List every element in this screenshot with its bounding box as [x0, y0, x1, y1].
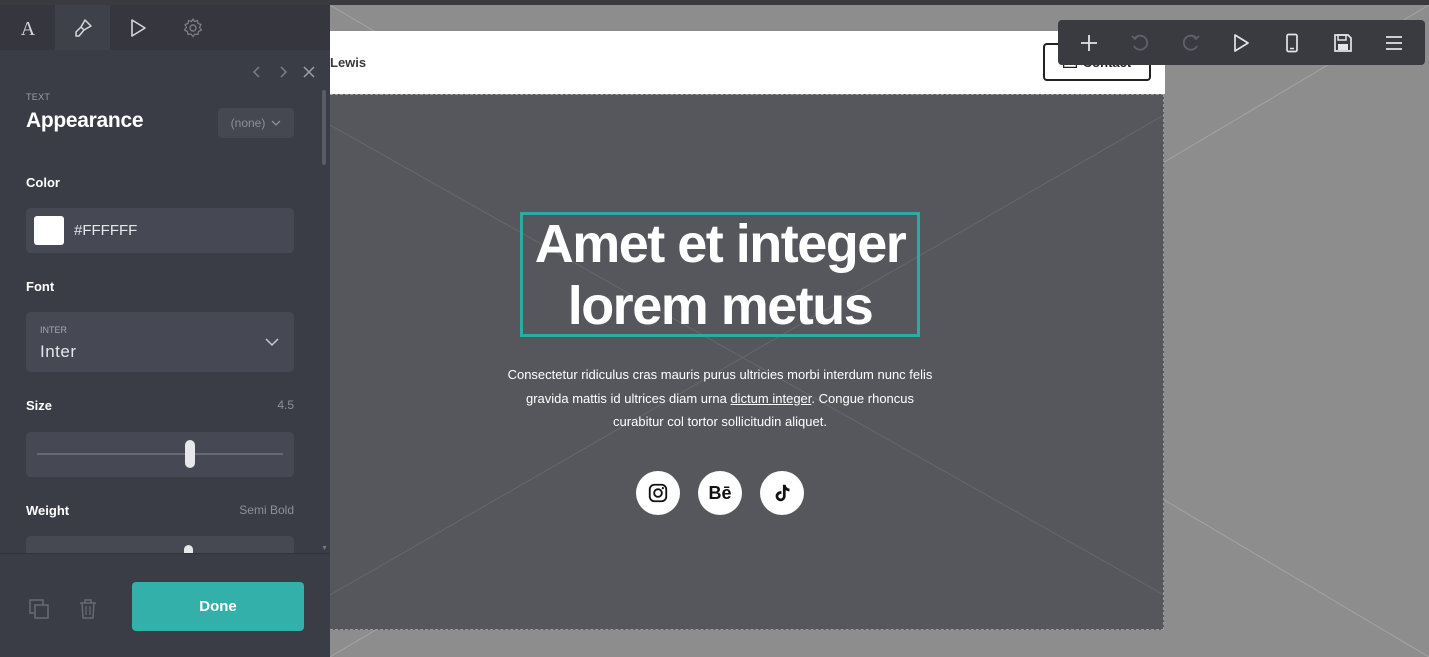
size-slider-track — [37, 453, 283, 455]
color-field[interactable]: #FFFFFF — [26, 208, 294, 253]
undo-icon[interactable] — [1122, 25, 1158, 61]
site-name[interactable]: Lewis — [330, 55, 366, 70]
settings-tab[interactable] — [165, 5, 220, 50]
panel-tabs: A — [0, 5, 330, 50]
style-panel: A ▼ TEXT Appearance (none) Color #FFFFFF… — [0, 5, 330, 657]
social-links: Bē — [636, 471, 804, 515]
gear-icon — [183, 17, 202, 37]
font-label: Font — [26, 279, 55, 294]
menu-icon[interactable] — [1376, 25, 1412, 61]
instagram-icon[interactable] — [636, 471, 680, 515]
scroll-down-arrow-icon[interactable]: ▼ — [321, 545, 328, 552]
hero-body-text[interactable]: Consectetur ridiculus cras mauris purus … — [500, 363, 940, 434]
panel-scrollbar[interactable] — [322, 90, 326, 165]
panel-title: Appearance — [26, 109, 144, 132]
editor-toolbar — [1058, 20, 1425, 65]
weight-label: Weight — [26, 503, 70, 518]
chevron-down-icon — [271, 120, 281, 126]
font-value: Inter — [40, 342, 77, 361]
animation-tab[interactable] — [110, 5, 165, 50]
panel-nav — [250, 65, 316, 79]
font-caption: INTER — [40, 325, 67, 335]
text-icon: A — [20, 18, 35, 38]
behance-glyph: Bē — [708, 482, 732, 503]
body-link[interactable]: dictum integer — [730, 391, 811, 406]
chevron-right-icon[interactable] — [276, 65, 290, 79]
chevron-down-icon — [265, 338, 279, 347]
play-icon — [130, 18, 146, 37]
size-label: Size — [26, 398, 53, 413]
duplicate-icon[interactable] — [28, 598, 50, 620]
behance-icon[interactable]: Bē — [698, 471, 742, 515]
redo-icon[interactable] — [1173, 25, 1209, 61]
add-icon[interactable] — [1071, 25, 1107, 61]
trash-icon[interactable] — [78, 598, 98, 620]
weight-value: Semi Bold — [239, 503, 294, 517]
chevron-left-icon[interactable] — [250, 65, 264, 79]
size-slider[interactable] — [26, 432, 294, 477]
hero-headline[interactable]: Amet et integer lorem metus — [523, 213, 917, 337]
panel-footer: Done — [0, 553, 330, 657]
color-swatch[interactable] — [34, 216, 64, 245]
style-tab[interactable] — [55, 5, 110, 50]
section-caption: TEXT — [26, 92, 51, 102]
size-value: 4.5 — [277, 398, 294, 412]
preset-value: (none) — [230, 116, 266, 130]
color-label: Color — [26, 175, 60, 190]
hero-section[interactable]: Amet et integer lorem metus Consectetur … — [330, 94, 1164, 630]
tiktok-icon[interactable] — [760, 471, 804, 515]
preview-icon[interactable] — [1223, 25, 1259, 61]
paintbrush-icon — [74, 18, 92, 37]
preset-select[interactable]: (none) — [218, 108, 294, 138]
mobile-icon[interactable] — [1274, 25, 1310, 61]
color-value[interactable]: #FFFFFF — [74, 222, 137, 239]
weight-slider[interactable] — [26, 536, 294, 553]
done-button[interactable]: Done — [132, 582, 304, 631]
weight-slider-handle[interactable] — [184, 545, 193, 553]
save-icon[interactable] — [1325, 25, 1361, 61]
font-select[interactable]: INTER Inter — [26, 312, 294, 372]
site-header: Lewis Contact — [330, 31, 1165, 94]
close-icon[interactable] — [302, 65, 316, 79]
svg-text:A: A — [20, 18, 35, 38]
text-tab[interactable]: A — [0, 5, 55, 50]
headline-selection[interactable]: Amet et integer lorem metus — [520, 212, 920, 337]
size-slider-handle[interactable] — [184, 440, 195, 468]
